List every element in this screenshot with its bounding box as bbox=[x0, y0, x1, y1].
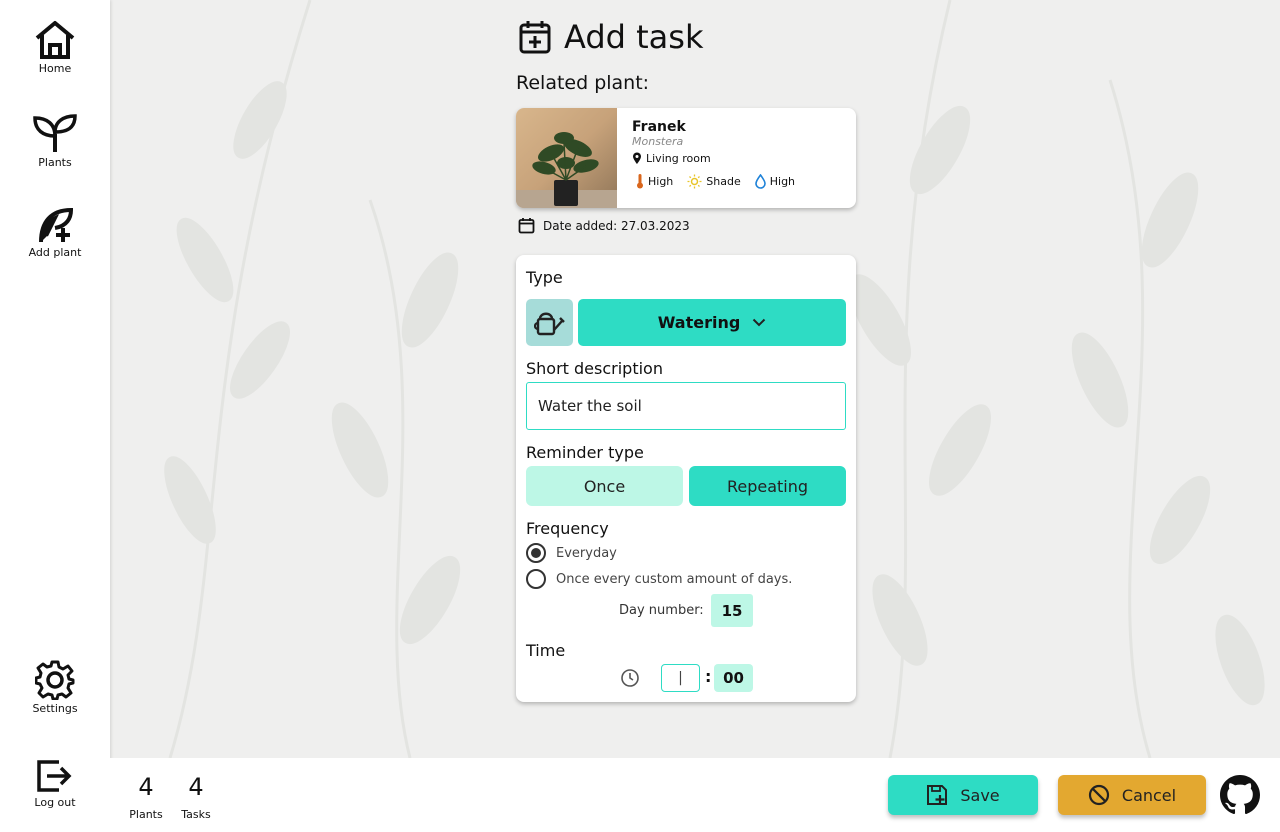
short-description-input[interactable] bbox=[526, 382, 846, 430]
time-label: Time bbox=[526, 641, 566, 660]
save-add-icon bbox=[927, 785, 948, 805]
time-separator: : bbox=[705, 667, 712, 686]
sidebar-item-logout[interactable]: Log out bbox=[0, 758, 110, 809]
sidebar-item-label: Log out bbox=[34, 796, 76, 809]
sidebar-item-home[interactable]: Home bbox=[0, 20, 110, 75]
sidebar-item-label: Settings bbox=[32, 702, 78, 715]
sidebar-item-add-plant[interactable]: Add plant bbox=[0, 206, 110, 259]
hour-input[interactable]: | bbox=[661, 664, 700, 692]
sidebar: Home Plants Add plant Settings Log out bbox=[0, 0, 110, 832]
day-number-input[interactable]: 15 bbox=[711, 594, 753, 627]
plant-properties: High Shade High bbox=[636, 173, 809, 189]
radio-unselected[interactable] bbox=[526, 569, 546, 589]
page-header: Add task bbox=[518, 18, 703, 56]
light-property: Shade bbox=[687, 174, 741, 189]
reminder-once-button[interactable]: Once bbox=[526, 466, 683, 506]
reminder-type-label: Reminder type bbox=[526, 443, 644, 462]
tasks-count: 4 bbox=[188, 773, 204, 801]
save-button[interactable]: Save bbox=[888, 775, 1038, 815]
sun-icon bbox=[687, 174, 702, 188]
gear-icon bbox=[35, 660, 75, 700]
plant-photo bbox=[516, 108, 617, 208]
sidebar-item-plants[interactable]: Plants bbox=[0, 114, 110, 169]
short-description-label: Short description bbox=[526, 359, 663, 378]
page-title: Add task bbox=[564, 18, 704, 56]
sidebar-item-label: Plants bbox=[38, 156, 72, 169]
reminder-repeating-button[interactable]: Repeating bbox=[689, 466, 846, 506]
location-pin-icon bbox=[633, 152, 641, 164]
radio-selected[interactable] bbox=[526, 543, 546, 563]
task-type-icon-box bbox=[526, 299, 573, 346]
watering-can-icon bbox=[533, 312, 565, 335]
sidebar-item-settings[interactable]: Settings bbox=[0, 660, 110, 715]
home-icon bbox=[35, 21, 75, 59]
chevron-down-icon bbox=[753, 318, 766, 327]
task-type-value: Watering bbox=[657, 313, 741, 332]
frequency-custom-label: Once every custom amount of days. bbox=[556, 571, 793, 587]
add-plant-icon bbox=[39, 207, 74, 243]
task-form: Type Watering Short description Reminder… bbox=[516, 255, 856, 702]
humidity-value: High bbox=[769, 174, 796, 188]
sidebar-item-label: Add plant bbox=[28, 246, 82, 259]
frequency-everyday-option[interactable]: Everyday bbox=[526, 543, 617, 563]
plants-count-label: Plants bbox=[129, 808, 163, 821]
clock-icon bbox=[621, 669, 639, 687]
github-icon[interactable] bbox=[1220, 775, 1260, 815]
thermometer-icon bbox=[637, 174, 643, 189]
cancel-button[interactable]: Cancel bbox=[1058, 775, 1206, 815]
plant-species: Monstera bbox=[632, 135, 684, 148]
plant-name: Franek bbox=[632, 119, 686, 135]
date-added: Date added: 27.03.2023 bbox=[518, 217, 690, 234]
minute-input[interactable]: 00 bbox=[714, 664, 753, 692]
bottom-bar: 4 Plants 4 Tasks Save Cancel bbox=[110, 758, 1280, 832]
light-value: Shade bbox=[706, 174, 741, 188]
temperature-property: High bbox=[636, 173, 673, 189]
calendar-icon bbox=[518, 218, 535, 234]
frequency-label: Frequency bbox=[526, 519, 609, 538]
save-label: Save bbox=[960, 785, 1000, 805]
frequency-everyday-label: Everyday bbox=[556, 545, 617, 561]
task-type-dropdown[interactable]: Watering bbox=[578, 299, 846, 346]
tasks-count-label: Tasks bbox=[181, 808, 211, 821]
water-drop-icon bbox=[754, 173, 766, 189]
date-added-label: Date added: 27.03.2023 bbox=[543, 218, 690, 233]
plants-count: 4 bbox=[138, 773, 154, 801]
sidebar-item-label: Home bbox=[38, 62, 72, 75]
type-label: Type bbox=[526, 268, 563, 287]
temperature-value: High bbox=[648, 174, 674, 188]
plant-card[interactable]: Franek Monstera Living room High Shade H… bbox=[516, 108, 856, 208]
plant-location: Living room bbox=[632, 152, 711, 165]
cancel-icon bbox=[1088, 784, 1109, 806]
calendar-add-icon bbox=[519, 21, 551, 54]
plants-count-stat: 4 Plants bbox=[126, 772, 166, 821]
frequency-custom-option[interactable]: Once every custom amount of days. bbox=[526, 569, 792, 589]
plant-location-label: Living room bbox=[646, 152, 711, 165]
related-plant-heading: Related plant: bbox=[516, 72, 650, 94]
tasks-count-stat: 4 Tasks bbox=[176, 772, 216, 821]
humidity-property: High bbox=[754, 173, 796, 189]
day-number-label: Day number: bbox=[619, 603, 704, 618]
main-content: Add task Related plant: Franek Monstera … bbox=[110, 0, 1280, 758]
logout-icon bbox=[37, 760, 72, 792]
cancel-label: Cancel bbox=[1121, 785, 1177, 805]
sprout-icon bbox=[33, 114, 77, 152]
